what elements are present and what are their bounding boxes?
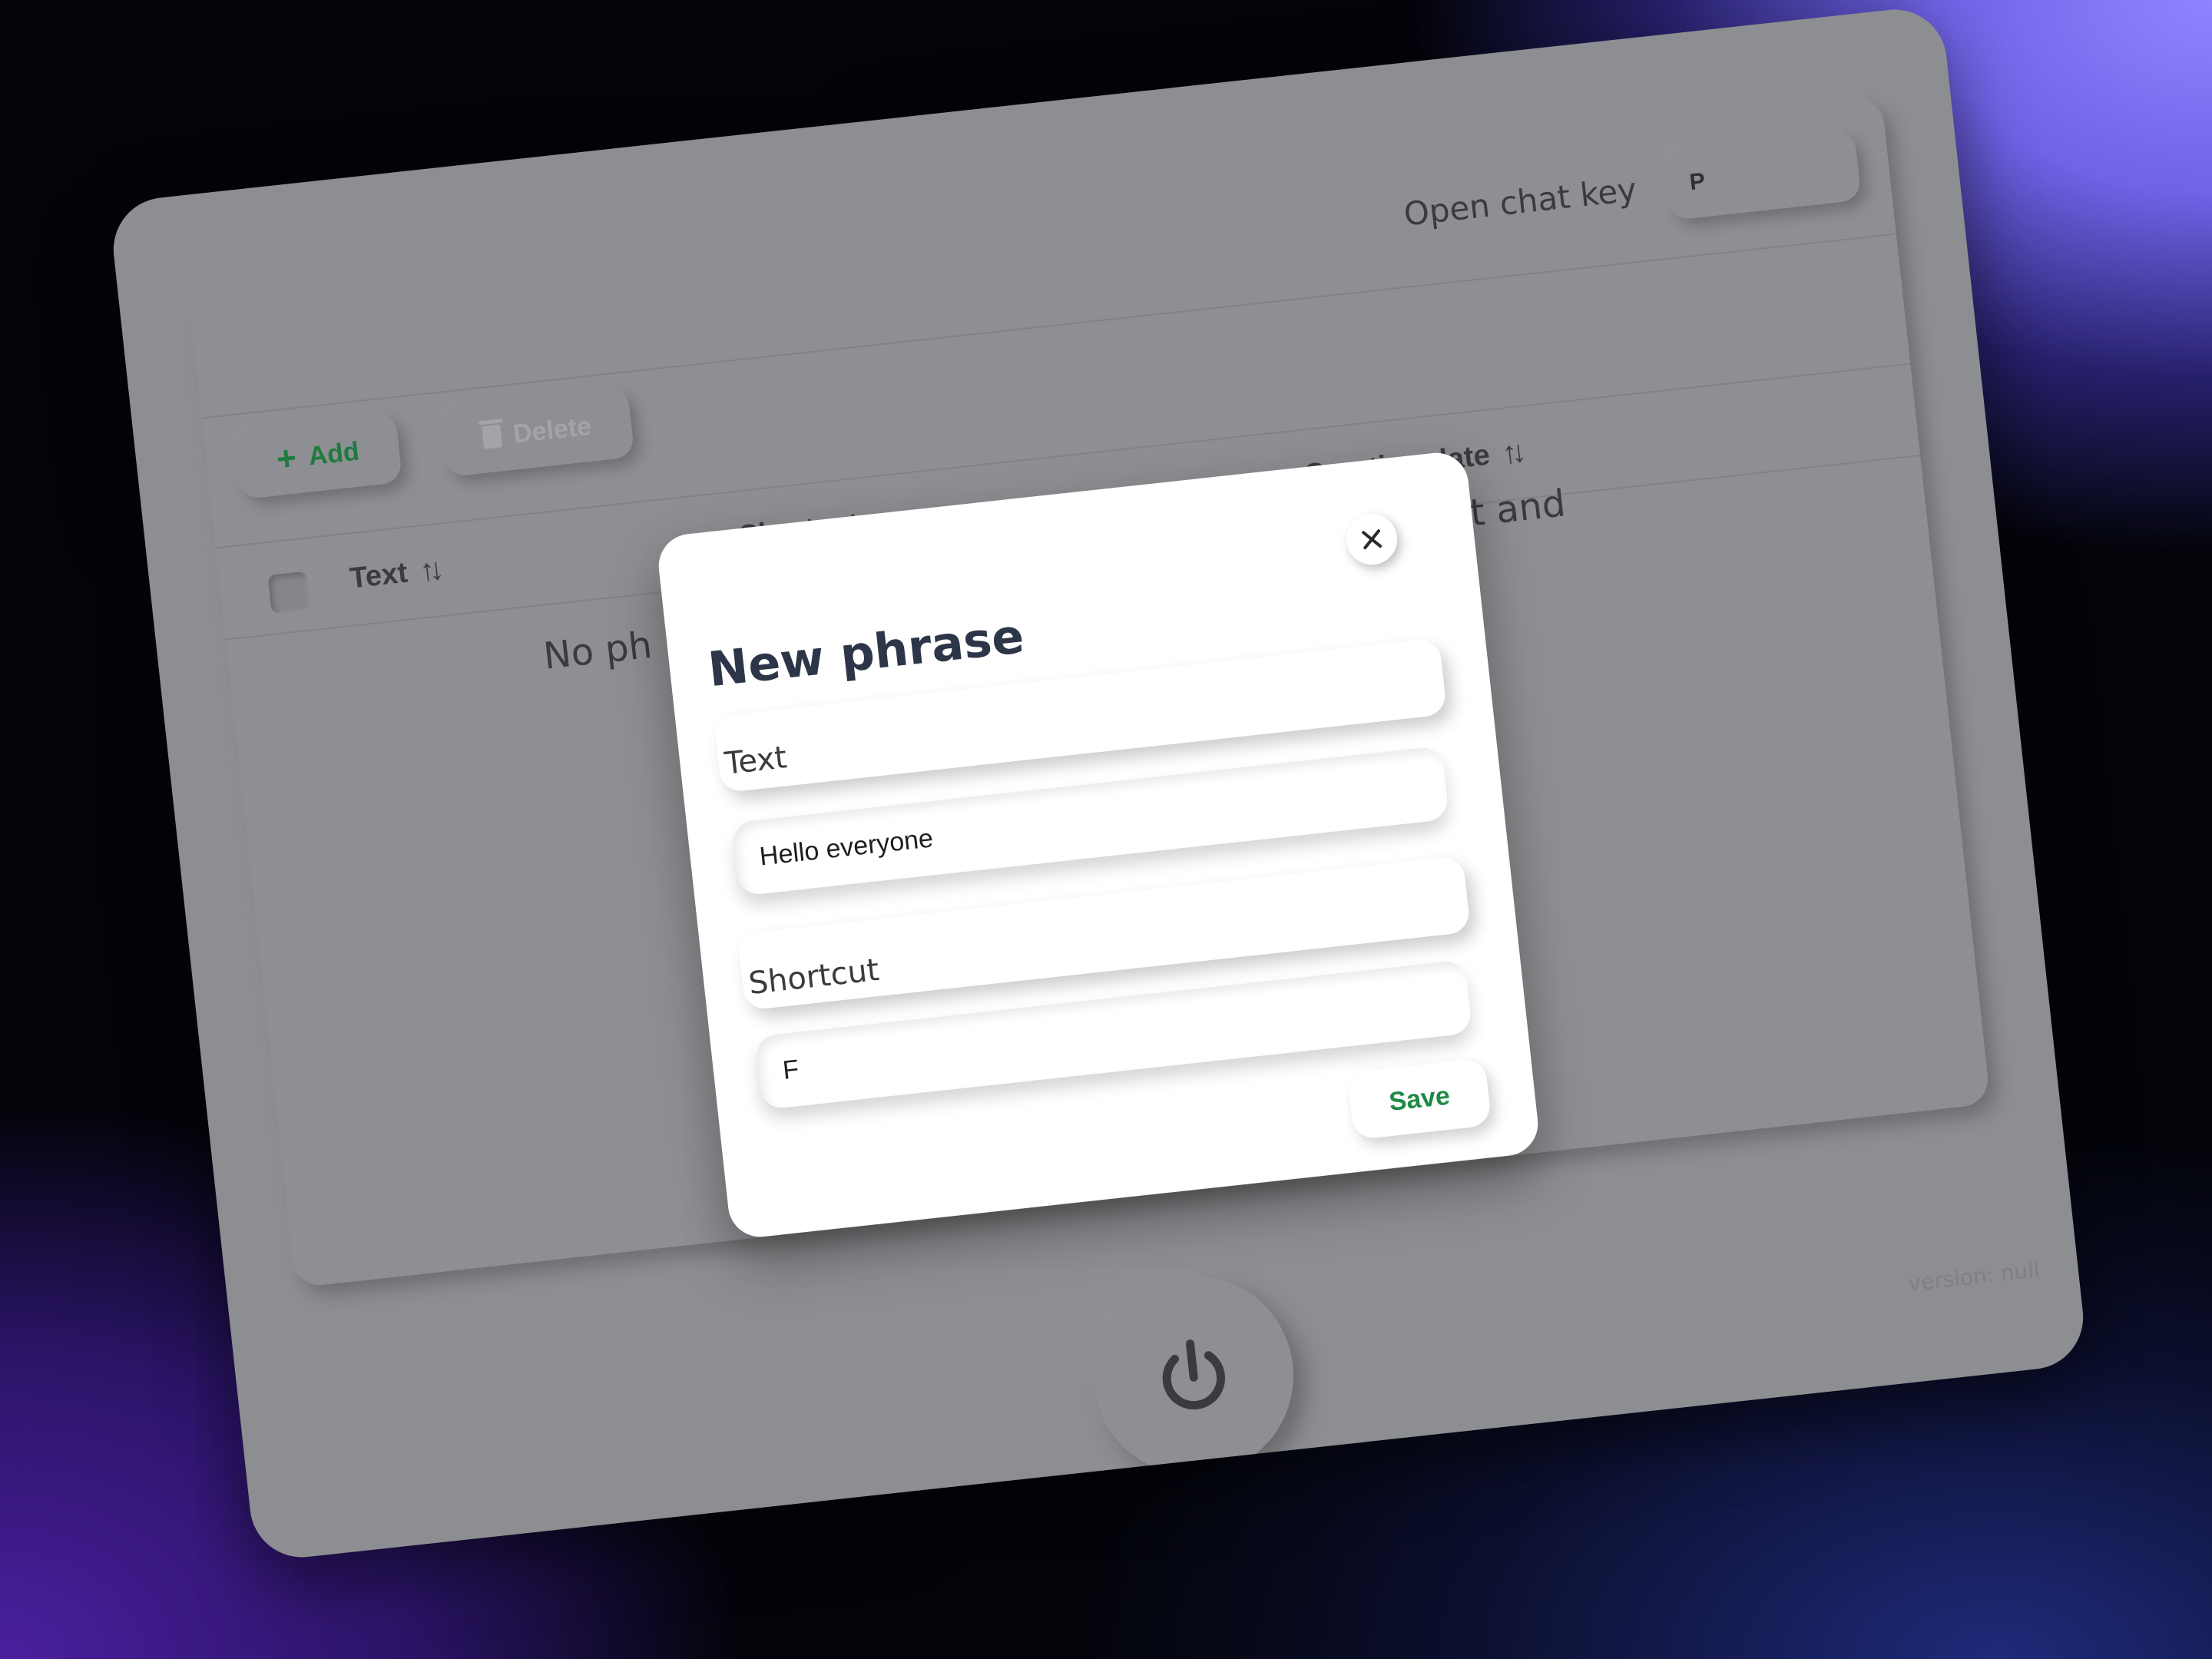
- add-button-label: Add: [306, 436, 361, 471]
- text-field-label: Text: [723, 740, 789, 782]
- sort-icon: ↑↓: [1500, 435, 1522, 471]
- select-all-checkbox[interactable]: [267, 571, 310, 614]
- close-button[interactable]: [1343, 511, 1400, 568]
- new-phrase-modal: New phrase Text Shortcut Save: [655, 449, 1541, 1240]
- toolbar: + Add Delete: [233, 386, 635, 500]
- close-icon: [1362, 529, 1382, 550]
- modal-title: New phrase: [705, 608, 1027, 698]
- divider: [200, 233, 1896, 419]
- power-icon: [1162, 1339, 1226, 1410]
- delete-button[interactable]: Delete: [439, 386, 635, 478]
- delete-button-label: Delete: [512, 411, 593, 449]
- column-header-label: Text: [348, 556, 409, 595]
- sort-icon: ↑↓: [417, 552, 440, 588]
- open-chat-key-input[interactable]: P: [1663, 129, 1862, 221]
- add-button[interactable]: + Add: [233, 412, 403, 500]
- plus-icon: +: [274, 439, 299, 478]
- version-text: version: null: [1906, 1257, 2041, 1296]
- open-chat-key-label: Open chat key: [1402, 170, 1639, 233]
- power-button[interactable]: [1083, 1265, 1304, 1486]
- save-button[interactable]: Save: [1346, 1058, 1492, 1141]
- trash-icon: [481, 424, 502, 449]
- column-header-text[interactable]: Text ↑↓: [348, 552, 440, 596]
- open-chat-key-row: Open chat key P: [1400, 129, 1862, 250]
- empty-table-message: No ph: [541, 623, 654, 678]
- language-switcher: EN ES: [292, 1561, 412, 1562]
